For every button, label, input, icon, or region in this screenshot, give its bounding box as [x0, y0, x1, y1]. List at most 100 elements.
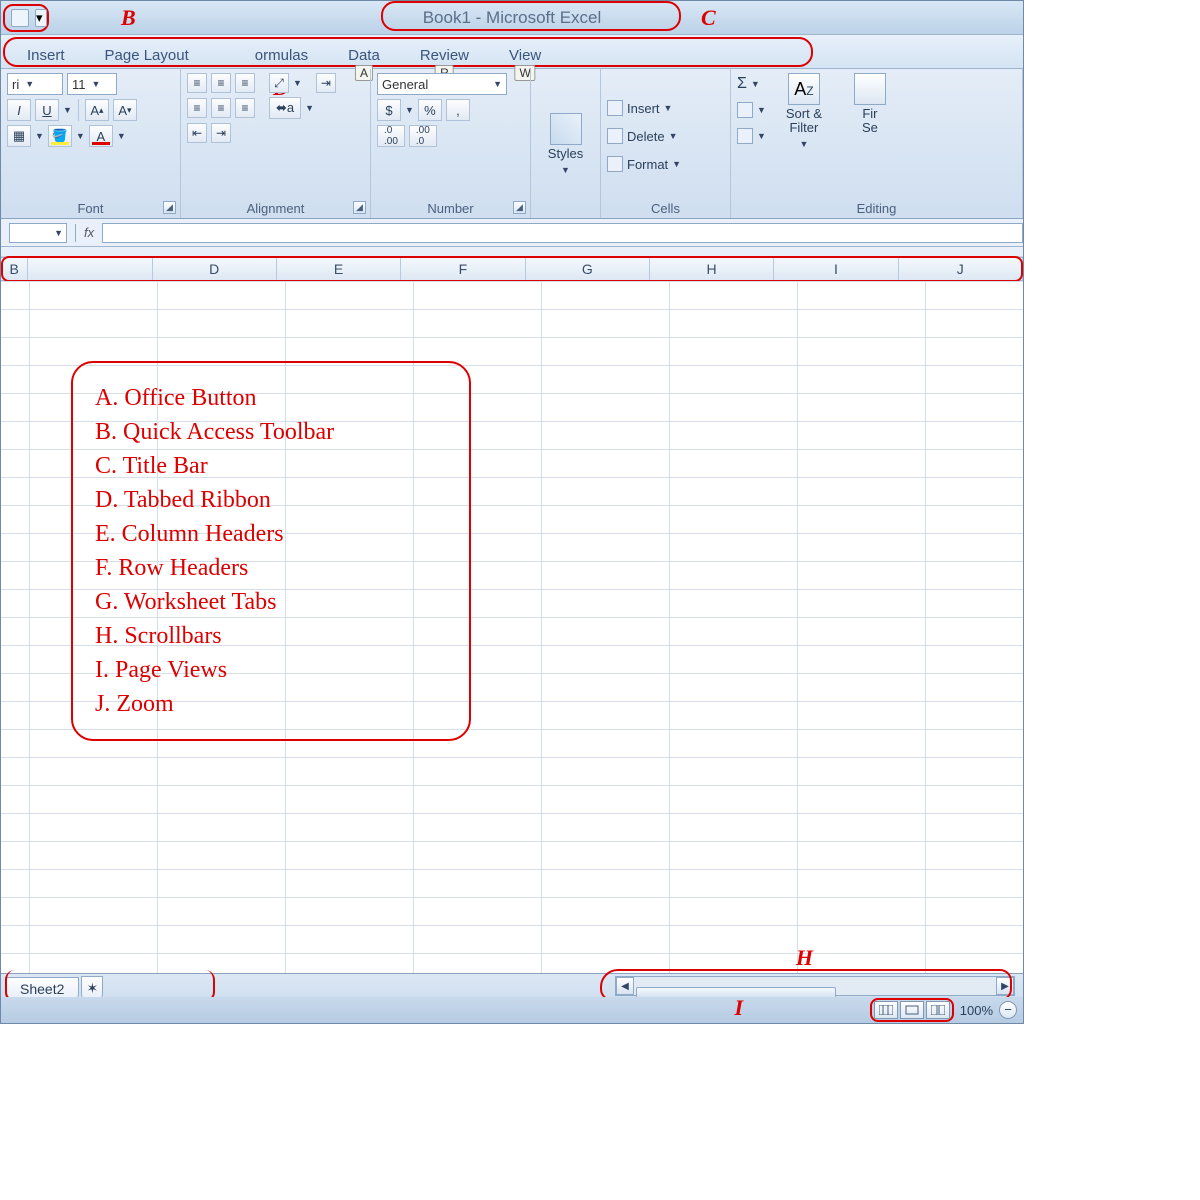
fill-color-button[interactable]: 🪣: [48, 125, 72, 147]
sort-filter-button[interactable]: AZ Sort & Filter▼: [776, 73, 832, 151]
group-editing: Σ▼ ▼ ▼ AZ Sort & Filter▼ FirSe Editing: [731, 69, 1023, 218]
col-header[interactable]: H: [650, 258, 774, 280]
styles-button[interactable]: Styles ▼: [538, 113, 594, 177]
bottom-bar: Sheet2 ✶ ◀ ▶ H I 100% −: [1, 973, 1023, 1023]
fill-icon: [737, 102, 753, 118]
orientation-button[interactable]: ⤢: [269, 73, 289, 93]
autosum-button[interactable]: Σ▼: [737, 73, 766, 95]
insert-icon: [607, 100, 623, 116]
legend-item: D. Tabbed Ribbon: [95, 483, 447, 517]
annotation-c: C: [701, 5, 716, 31]
align-center-button[interactable]: ≡: [211, 98, 231, 118]
legend-item: I. Page Views: [95, 653, 447, 687]
ribbon: ri▼ 11▼ I U ▼ A▴ A▾ ▦▼ 🪣▼ A▼ Font: [1, 69, 1023, 219]
legend-item: J. Zoom: [95, 687, 447, 721]
align-middle-button[interactable]: ≡: [211, 73, 231, 93]
group-alignment-label: Alignment: [187, 199, 364, 216]
legend-item: A. Office Button: [95, 381, 447, 415]
page-break-view-button[interactable]: [926, 1001, 950, 1019]
styles-icon: [550, 113, 582, 145]
annotation-c-oval: [381, 1, 681, 31]
legend-item: E. Column Headers: [95, 517, 447, 551]
fill-button[interactable]: ▼: [737, 99, 766, 121]
font-dialog-launcher[interactable]: ◢: [163, 201, 176, 214]
col-header[interactable]: I: [774, 258, 898, 280]
formula-input[interactable]: [102, 223, 1023, 243]
tab-data[interactable]: Data A: [342, 43, 386, 68]
accounting-button[interactable]: $: [377, 99, 401, 121]
col-header[interactable]: [28, 258, 152, 280]
annotation-h: H: [796, 945, 813, 971]
zoom-out-button[interactable]: −: [999, 1001, 1017, 1019]
wrap-text-button[interactable]: ⇥: [316, 73, 336, 93]
font-color-button[interactable]: A: [89, 125, 113, 147]
tab-view-label: View: [509, 47, 541, 64]
increase-decimal-button[interactable]: .0.00: [377, 125, 405, 147]
clear-button[interactable]: ▼: [737, 125, 766, 147]
italic-button[interactable]: I: [7, 99, 31, 121]
page-layout-view-button[interactable]: [900, 1001, 924, 1019]
align-top-button[interactable]: ≡: [187, 73, 207, 93]
group-font-label: Font: [7, 199, 174, 216]
underline-button[interactable]: U: [35, 99, 59, 121]
legend-item: B. Quick Access Toolbar: [95, 415, 447, 449]
group-cells-label: Cells: [607, 199, 724, 216]
group-number-label: Number: [377, 199, 524, 216]
column-headers: B D E F G H I J E: [1, 257, 1023, 281]
number-format-dropdown[interactable]: General▼: [377, 73, 507, 95]
format-icon: [607, 156, 623, 172]
delete-icon: [607, 128, 623, 144]
shrink-font-button[interactable]: A▾: [113, 99, 137, 121]
worksheet-grid[interactable]: A. Office Button B. Quick Access Toolbar…: [1, 281, 1023, 981]
legend-item: C. Title Bar: [95, 449, 447, 483]
group-editing-label: Editing: [737, 199, 1016, 216]
grow-font-button[interactable]: A▴: [85, 99, 109, 121]
comma-button[interactable]: ,: [446, 99, 470, 121]
col-header[interactable]: F: [401, 258, 525, 280]
align-right-button[interactable]: ≡: [235, 98, 255, 118]
zoom-level[interactable]: 100%: [960, 1003, 993, 1018]
delete-cells-button[interactable]: Delete ▼: [607, 125, 724, 147]
ribbon-tabs: Insert Page Layout D ormulas Data A Revi…: [1, 35, 1023, 69]
annotation-i-oval: [870, 998, 954, 1022]
merge-center-button[interactable]: ⬌a: [269, 97, 301, 119]
insert-cells-button[interactable]: Insert ▼: [607, 97, 724, 119]
annotation-i: I: [734, 995, 743, 1021]
tab-view[interactable]: View W: [503, 43, 547, 68]
align-bottom-button[interactable]: ≡: [235, 73, 255, 93]
font-size-dropdown[interactable]: 11▼: [67, 73, 117, 95]
col-header[interactable]: D: [153, 258, 277, 280]
tab-review-label: Review: [420, 47, 469, 64]
alignment-dialog-launcher[interactable]: ◢: [353, 201, 366, 214]
increase-indent-button[interactable]: ⇥: [211, 123, 231, 143]
col-header[interactable]: E: [277, 258, 401, 280]
horizontal-scrollbar[interactable]: ◀ ▶: [615, 976, 1015, 996]
decrease-decimal-button[interactable]: .00.0: [409, 125, 437, 147]
percent-button[interactable]: %: [418, 99, 442, 121]
col-header[interactable]: J: [899, 258, 1023, 280]
name-box[interactable]: ▼: [9, 223, 67, 243]
group-font: ri▼ 11▼ I U ▼ A▴ A▾ ▦▼ 🪣▼ A▼ Font: [1, 69, 181, 218]
tab-page-layout[interactable]: Page Layout: [99, 43, 195, 68]
fx-label[interactable]: fx: [84, 225, 94, 240]
tab-formulas[interactable]: ormulas: [249, 43, 314, 68]
align-left-button[interactable]: ≡: [187, 98, 207, 118]
status-bar: I 100% −: [1, 997, 1023, 1023]
find-select-button[interactable]: FirSe: [842, 73, 898, 135]
normal-view-button[interactable]: [874, 1001, 898, 1019]
legend-item: F. Row Headers: [95, 551, 447, 585]
title-bar: ▾ B Book1 - Microsoft Excel C: [1, 1, 1023, 35]
col-header[interactable]: G: [526, 258, 650, 280]
number-dialog-launcher[interactable]: ◢: [513, 201, 526, 214]
tab-insert[interactable]: Insert: [21, 43, 71, 68]
decrease-indent-button[interactable]: ⇤: [187, 123, 207, 143]
font-name-dropdown[interactable]: ri▼: [7, 73, 63, 95]
col-header[interactable]: B: [1, 258, 28, 280]
legend-item: G. Worksheet Tabs: [95, 585, 447, 619]
group-number: General▼ $▼ % , .0.00 .00.0 Number ◢: [371, 69, 531, 218]
format-cells-button[interactable]: Format ▼: [607, 153, 724, 175]
border-button[interactable]: ▦: [7, 125, 31, 147]
legend-box: A. Office Button B. Quick Access Toolbar…: [71, 361, 471, 741]
tab-review[interactable]: Review R: [414, 43, 475, 68]
clear-icon: [737, 128, 753, 144]
